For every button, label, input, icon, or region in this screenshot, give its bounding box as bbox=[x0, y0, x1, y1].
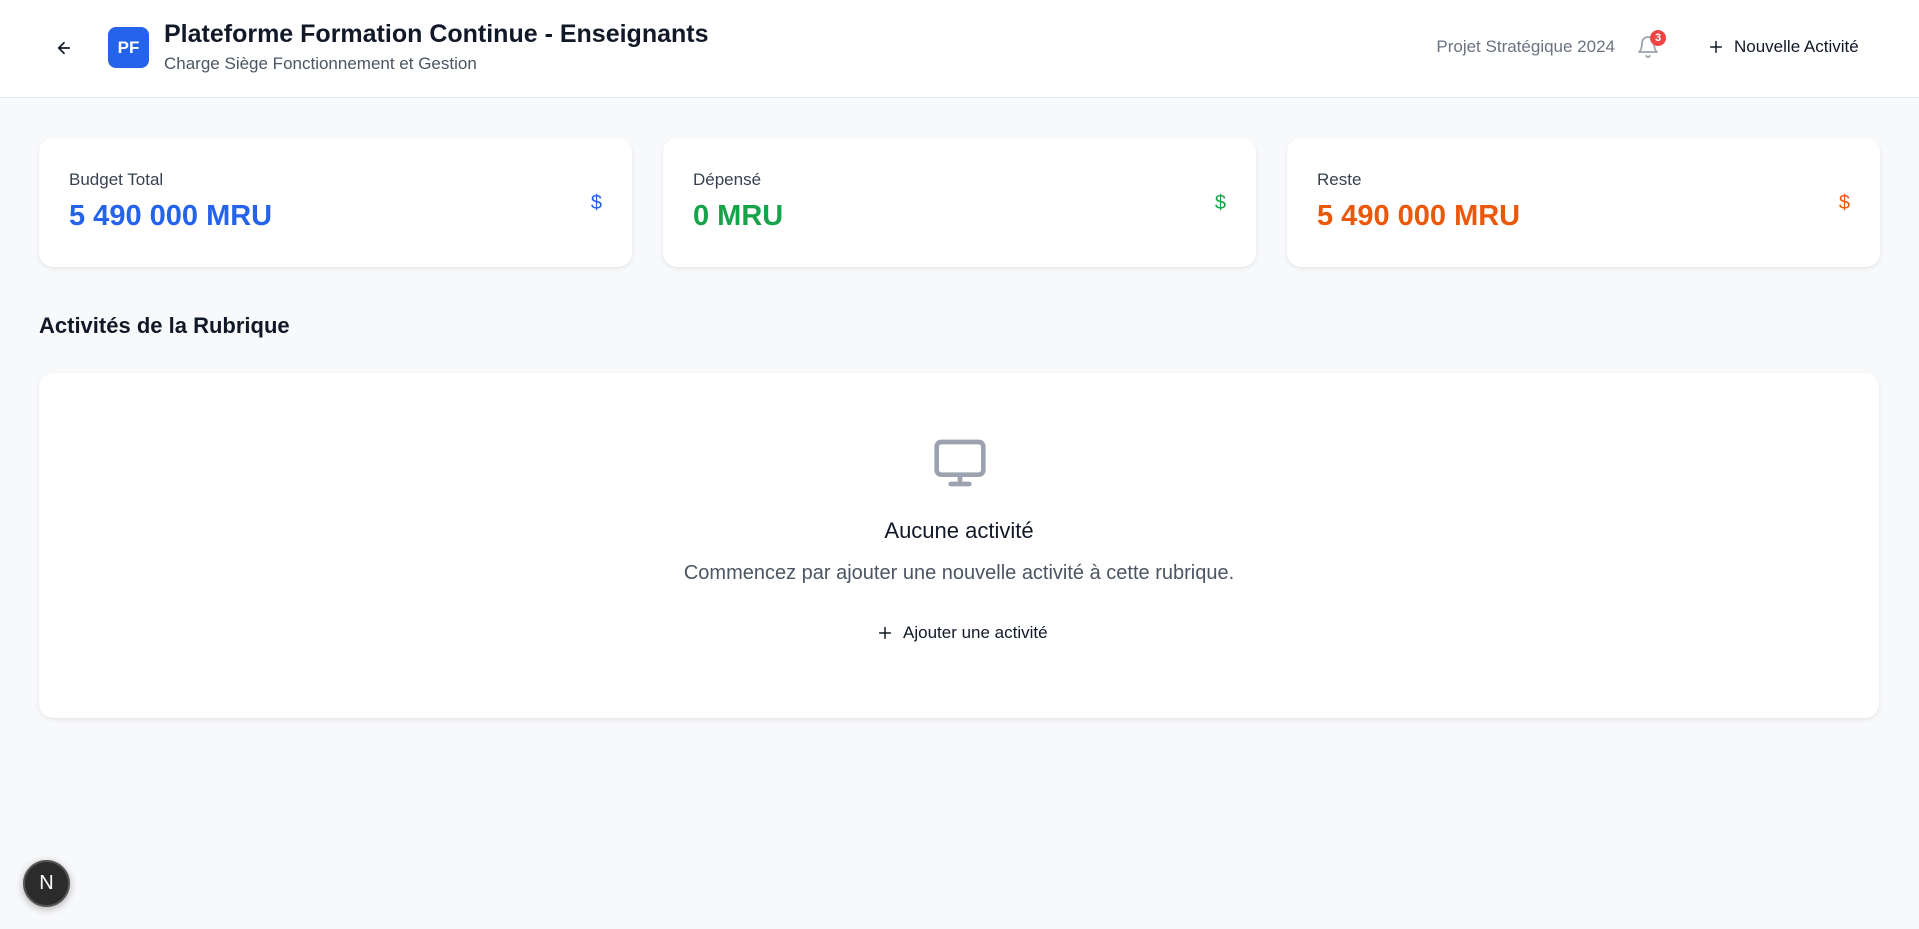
back-button[interactable] bbox=[48, 32, 80, 64]
plus-icon bbox=[878, 626, 892, 640]
empty-state-description: Commencez par ajouter une nouvelle activ… bbox=[683, 562, 1235, 584]
new-activity-button[interactable]: Nouvelle Activité bbox=[1700, 30, 1867, 64]
new-activity-label: Nouvelle Activité bbox=[1734, 37, 1859, 56]
stat-value: 0 MRU bbox=[693, 200, 784, 232]
dollar-icon: $ bbox=[590, 192, 602, 214]
dollar-icon: $ bbox=[1838, 192, 1850, 214]
dev-badge-letter: N bbox=[39, 872, 54, 894]
project-label: Projet Stratégique 2024 bbox=[1436, 37, 1615, 56]
section-title: Activités de la Rubrique bbox=[39, 313, 290, 338]
add-activity-label: Ajouter une activité bbox=[903, 623, 1048, 642]
stat-label: Reste bbox=[1317, 170, 1362, 189]
plus-icon bbox=[1709, 40, 1723, 54]
stat-card-budget-total: Budget Total 5 490 000 MRU $ bbox=[39, 138, 632, 267]
top-header: PF Plateforme Formation Continue - Ensei… bbox=[0, 0, 1919, 98]
stat-value: 5 490 000 MRU bbox=[69, 200, 273, 232]
stat-label: Dépensé bbox=[693, 170, 762, 189]
empty-state-title: Aucune activité bbox=[884, 518, 1034, 543]
page-subtitle: Charge Siège Fonctionnement et Gestion bbox=[164, 54, 477, 73]
stat-card-spent: Dépensé 0 MRU $ bbox=[663, 138, 1256, 267]
app-logo: PF bbox=[108, 27, 149, 68]
stat-value: 5 490 000 MRU bbox=[1317, 200, 1521, 232]
stat-label: Budget Total bbox=[69, 170, 164, 189]
arrow-left-icon bbox=[57, 41, 71, 55]
dev-tools-badge[interactable]: N bbox=[23, 860, 70, 907]
dollar-icon: $ bbox=[1214, 192, 1226, 214]
stat-card-remaining: Reste 5 490 000 MRU $ bbox=[1287, 138, 1880, 267]
monitor-icon bbox=[934, 439, 986, 487]
add-activity-button[interactable]: Ajouter une activité bbox=[869, 616, 1056, 650]
notification-count-badge: 3 bbox=[1650, 30, 1666, 46]
page-title: Plateforme Formation Continue - Enseigna… bbox=[164, 20, 709, 48]
empty-state-card: Aucune activité Commencez par ajouter un… bbox=[39, 373, 1879, 718]
